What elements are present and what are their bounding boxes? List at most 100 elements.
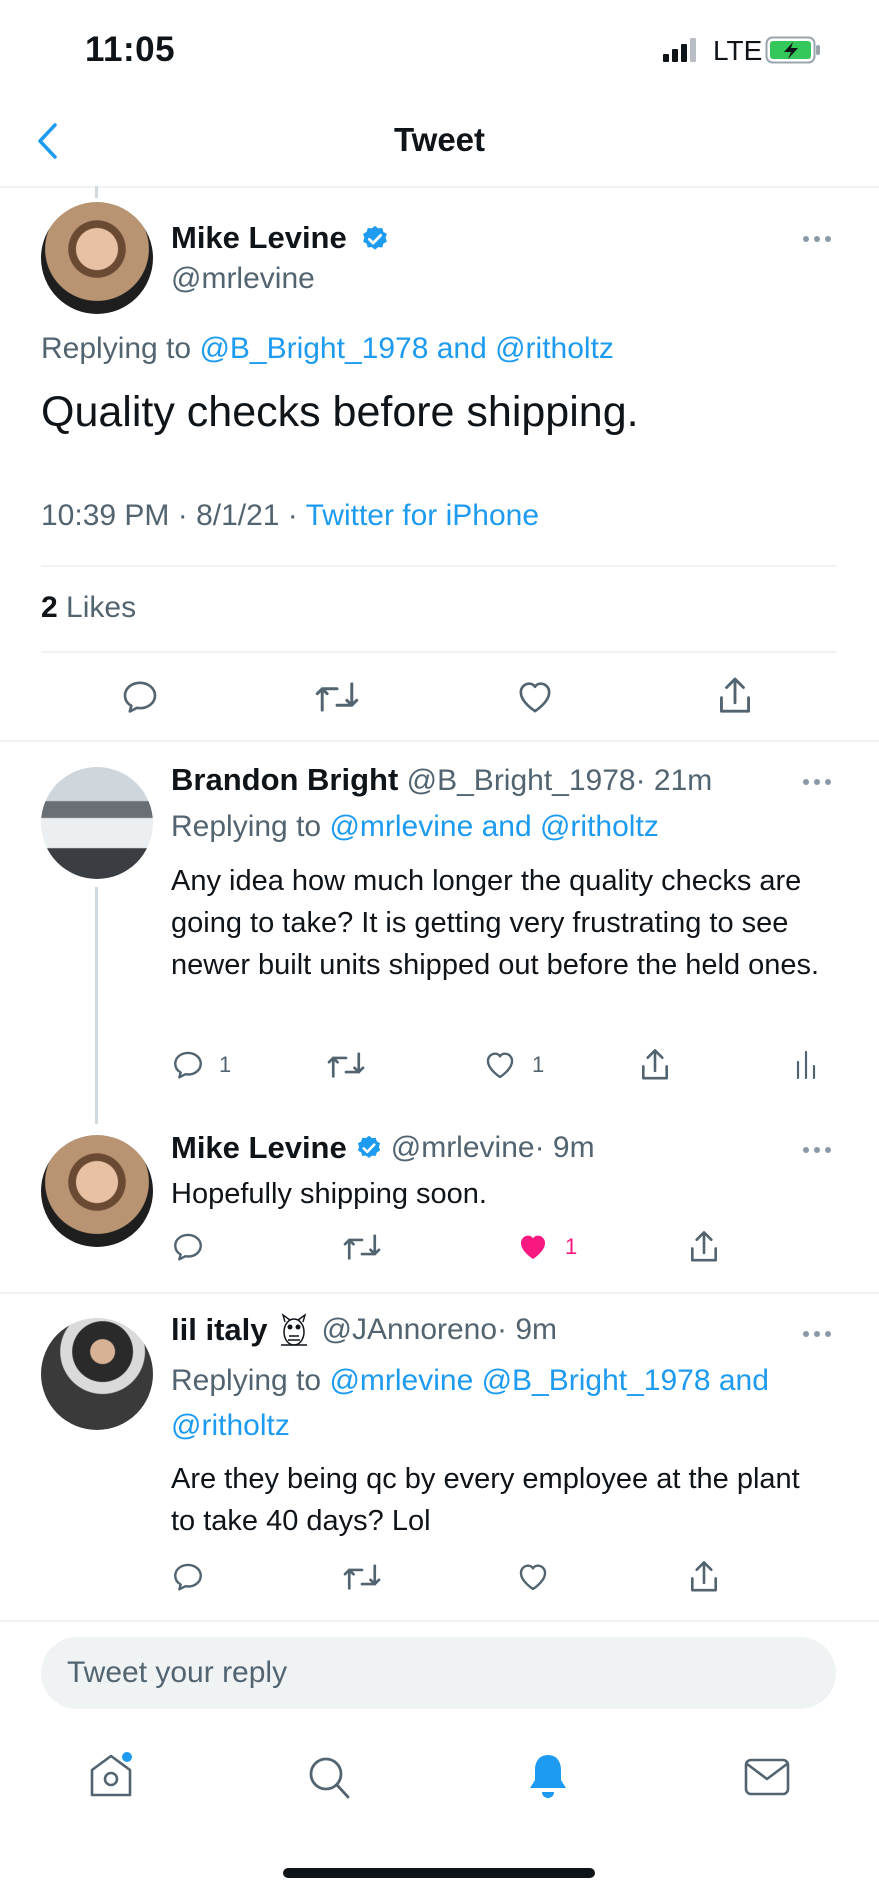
more-options-button[interactable] [803, 779, 831, 785]
retweet-icon [327, 1052, 365, 1078]
likes-summary[interactable]: 2 Likes [41, 591, 136, 625]
reply-icon [174, 1051, 202, 1079]
more-options-button[interactable] [803, 1147, 831, 1153]
more-options-button[interactable] [803, 236, 831, 242]
author-name[interactable]: Mike Levine [171, 220, 347, 256]
reply-time: · 9m [497, 1313, 558, 1346]
author-name[interactable]: Brandon Bright [171, 762, 398, 797]
reply-composer-divider [0, 1620, 879, 1622]
reply-header: Mike Levine @mrlevine· 9m [171, 1130, 595, 1166]
heart-filled-icon [520, 1235, 546, 1260]
tab-home[interactable] [87, 1750, 135, 1800]
avatar[interactable] [41, 1135, 153, 1247]
replying-to: Replying to @mrlevine and @ritholtz [171, 810, 659, 844]
heart-icon [486, 1052, 514, 1079]
reply-text: Are they being qc by every employee at t… [171, 1463, 800, 1537]
retweet-button[interactable] [342, 1230, 382, 1264]
tab-notifications[interactable] [526, 1752, 570, 1800]
retweet-button[interactable] [314, 677, 360, 717]
avatar[interactable] [41, 767, 153, 879]
page-title: Tweet [393, 121, 486, 158]
tab-search[interactable] [307, 1755, 351, 1801]
reply-text: Hopefully shipping soon. [171, 1178, 487, 1210]
share-button[interactable] [686, 1558, 722, 1596]
signal-icon [663, 38, 697, 62]
avatar[interactable] [41, 1318, 153, 1430]
verified-badge-icon [357, 1135, 380, 1158]
retweet-icon [343, 1564, 381, 1590]
network-type: LTE [713, 35, 763, 66]
author-name[interactable]: lil italy [171, 1312, 267, 1348]
notifications-icon [530, 1755, 566, 1798]
share-button[interactable] [637, 1046, 673, 1084]
home-icon [90, 1752, 132, 1797]
avatar[interactable] [41, 202, 153, 314]
share-icon [720, 677, 750, 713]
author-name[interactable]: Mike Levine [171, 1130, 347, 1166]
likes-count: 2 [41, 591, 58, 624]
reply-input-placeholder: Tweet your reply [67, 1656, 288, 1689]
tweet-text: Quality checks before shipping. [41, 388, 639, 436]
reply-header: lil italy @JAnnoreno· 9m [171, 1312, 557, 1348]
replying-to-users[interactable]: @mrlevine and @ritholtz [329, 810, 658, 843]
reply-input[interactable]: Tweet your reply [41, 1637, 836, 1709]
main-tweet-divider [0, 740, 879, 742]
like-button[interactable]: 1 [515, 1230, 577, 1264]
like-button[interactable]: 1 [482, 1048, 544, 1082]
reply-count: 1 [219, 1052, 232, 1077]
more-options-button[interactable] [803, 1331, 831, 1337]
reply-button[interactable] [171, 1560, 205, 1594]
analytics-button[interactable] [795, 1050, 817, 1080]
retweet-button[interactable] [342, 1560, 382, 1594]
author-handle[interactable]: @mrlevine [171, 262, 315, 296]
analytics-icon [796, 1050, 816, 1080]
replying-to-prefix: Replying to [41, 332, 192, 365]
reply-header: Brandon Bright @B_Bright_1978· 21m [171, 762, 712, 798]
reply-button[interactable] [171, 1230, 205, 1264]
reply-text: Any idea how much longer the quality che… [171, 865, 820, 981]
share-icon [690, 1231, 718, 1262]
like-count: 1 [532, 1052, 545, 1077]
author-handle[interactable]: @mrlevine [391, 1131, 535, 1164]
verified-badge-icon [360, 224, 390, 254]
replying-to-users[interactable]: @B_Bright_1978 and @ritholtz [199, 332, 613, 365]
reply-icon [174, 1233, 202, 1261]
reply-icon [174, 1563, 202, 1591]
thread-line [95, 186, 98, 198]
share-button[interactable] [714, 674, 756, 718]
retweet-button[interactable] [326, 1048, 366, 1082]
search-icon [309, 1757, 350, 1799]
likes-divider [41, 651, 836, 653]
like-button[interactable] [515, 1560, 551, 1594]
messages-icon [744, 1758, 790, 1796]
replying-to: Replying to @mrlevine @B_Bright_1978 and… [171, 1358, 831, 1448]
replying-to-prefix: Replying to [171, 1364, 322, 1397]
reply-button[interactable]: 1 [171, 1048, 231, 1082]
tab-messages[interactable] [744, 1758, 790, 1796]
heart-icon [519, 1564, 547, 1591]
reply-button[interactable] [120, 677, 160, 717]
retweet-icon [315, 682, 359, 712]
tweet-timestamp: 10:39 PM · 8/1/21 · [41, 499, 306, 532]
share-button[interactable] [686, 1228, 722, 1266]
retweet-icon [343, 1234, 381, 1260]
likes-label: Likes [66, 591, 137, 624]
tweet-source-link[interactable]: Twitter for iPhone [306, 499, 539, 532]
like-button[interactable] [514, 677, 556, 717]
share-icon [690, 1561, 718, 1592]
tweet-meta: 10:39 PM · 8/1/21 · Twitter for iPhone [41, 499, 539, 533]
heart-icon [519, 682, 551, 713]
reply-icon [123, 681, 157, 713]
author-handle[interactable]: @JAnnoreno [321, 1313, 497, 1346]
meta-divider [41, 565, 836, 567]
thread-line [95, 887, 98, 1124]
like-count: 1 [565, 1234, 578, 1259]
reply-divider [0, 1292, 879, 1294]
replying-to-prefix: Replying to [171, 810, 322, 843]
reply-time: · 9m [534, 1131, 595, 1164]
status-time: 11:05 [85, 30, 176, 69]
owl-icon [281, 1313, 308, 1346]
share-icon [641, 1049, 669, 1080]
author-handle[interactable]: @B_Bright_1978 [407, 764, 636, 797]
replying-to: Replying to @B_Bright_1978 and @ritholtz [41, 332, 614, 366]
